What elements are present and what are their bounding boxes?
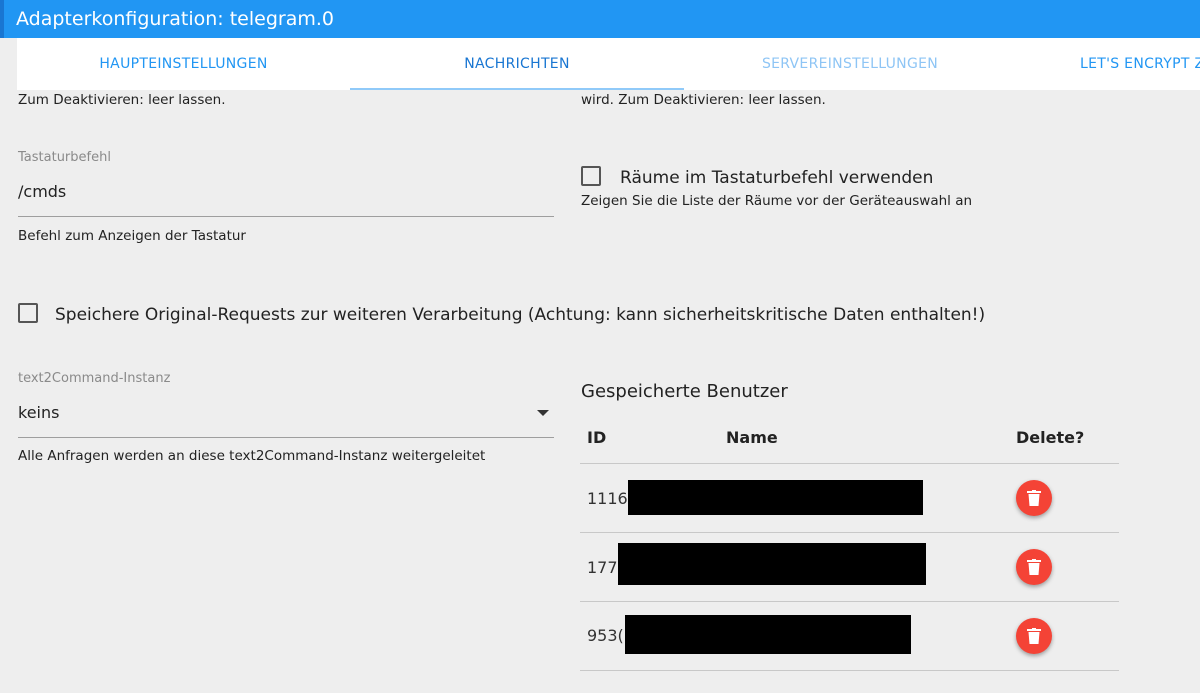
store-requests-checkbox[interactable] bbox=[18, 303, 38, 323]
tab-servereinstellungen[interactable]: SERVEREINSTELLUNGEN bbox=[684, 38, 1016, 90]
row-divider bbox=[580, 670, 1119, 671]
caret-down-icon[interactable] bbox=[537, 410, 549, 416]
keyboard-command-help: Befehl zum Anzeigen der Tastatur bbox=[18, 228, 246, 244]
delete-user-button[interactable] bbox=[1016, 549, 1052, 585]
saved-users-title: Gespeicherte Benutzer bbox=[581, 381, 788, 402]
tab-lets-encrypt[interactable]: LET'S ENCRYPT Z bbox=[1080, 38, 1200, 90]
delete-user-button[interactable] bbox=[1016, 480, 1052, 516]
window-title: Adapterkonfiguration: telegram.0 bbox=[0, 0, 1200, 38]
deactivate-hint-left: Zum Deaktivieren: leer lassen. bbox=[18, 92, 226, 108]
table-header-divider bbox=[580, 463, 1119, 464]
row-divider bbox=[580, 532, 1119, 533]
trash-icon bbox=[1027, 628, 1041, 644]
deactivate-hint-right: wird. Zum Deaktivieren: leer lassen. bbox=[581, 92, 826, 108]
rooms-help: Zeigen Sie die Liste der Räume vor der G… bbox=[581, 193, 973, 209]
text2command-help: Alle Anfragen werden an diese text2Comma… bbox=[18, 448, 486, 464]
column-header-delete: Delete? bbox=[1016, 428, 1085, 447]
redacted-name bbox=[628, 480, 923, 515]
trash-icon bbox=[1027, 559, 1041, 575]
tab-bar: HAUPTEINSTELLUNGEN NACHRICHTEN SERVEREIN… bbox=[17, 38, 1200, 90]
tab-nachrichten[interactable]: NACHRICHTEN bbox=[350, 38, 684, 90]
rooms-checkbox-label: Räume im Tastaturbefehl verwenden bbox=[620, 168, 934, 188]
column-header-name: Name bbox=[726, 428, 778, 447]
trash-icon bbox=[1027, 490, 1041, 506]
store-requests-label: Speichere Original-Requests zur weiteren… bbox=[55, 305, 986, 325]
row-divider bbox=[580, 601, 1119, 602]
text2command-underline bbox=[18, 437, 554, 438]
delete-user-button[interactable] bbox=[1016, 618, 1052, 654]
user-id-cell: 177 bbox=[587, 558, 618, 577]
rooms-checkbox[interactable] bbox=[581, 166, 601, 186]
user-id-cell: 1116 bbox=[587, 489, 628, 508]
user-id-cell: 953( bbox=[587, 626, 624, 645]
keyboard-command-label: Tastaturbefehl bbox=[18, 150, 111, 165]
text2command-label: text2Command-Instanz bbox=[18, 371, 171, 386]
redacted-name bbox=[625, 615, 911, 654]
column-header-id: ID bbox=[587, 428, 607, 447]
keyboard-command-input[interactable]: /cmds bbox=[18, 182, 66, 201]
tab-haupteinstellungen[interactable]: HAUPTEINSTELLUNGEN bbox=[17, 38, 350, 90]
redacted-name bbox=[618, 543, 926, 585]
keyboard-command-underline bbox=[18, 216, 554, 217]
text2command-select[interactable]: keins bbox=[18, 403, 59, 422]
